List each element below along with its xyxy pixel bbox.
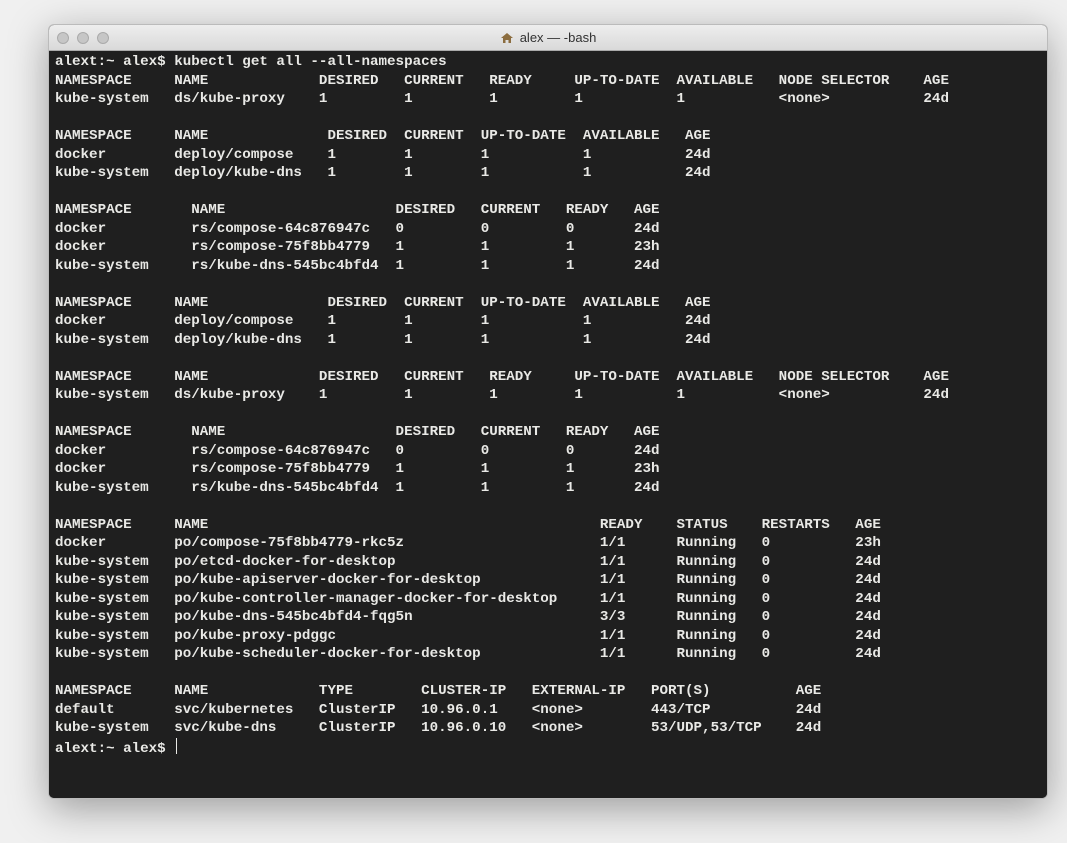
titlebar[interactable]: alex — -bash [49,25,1047,51]
terminal-window: alex — -bash alext:~ alex$ kubectl get a… [48,24,1048,799]
cursor [176,738,177,754]
terminal-output[interactable]: alext:~ alex$ kubectl get all --all-name… [49,51,1047,798]
window-title: alex — -bash [49,30,1047,45]
window-title-text: alex — -bash [520,30,597,45]
home-icon [500,32,514,44]
